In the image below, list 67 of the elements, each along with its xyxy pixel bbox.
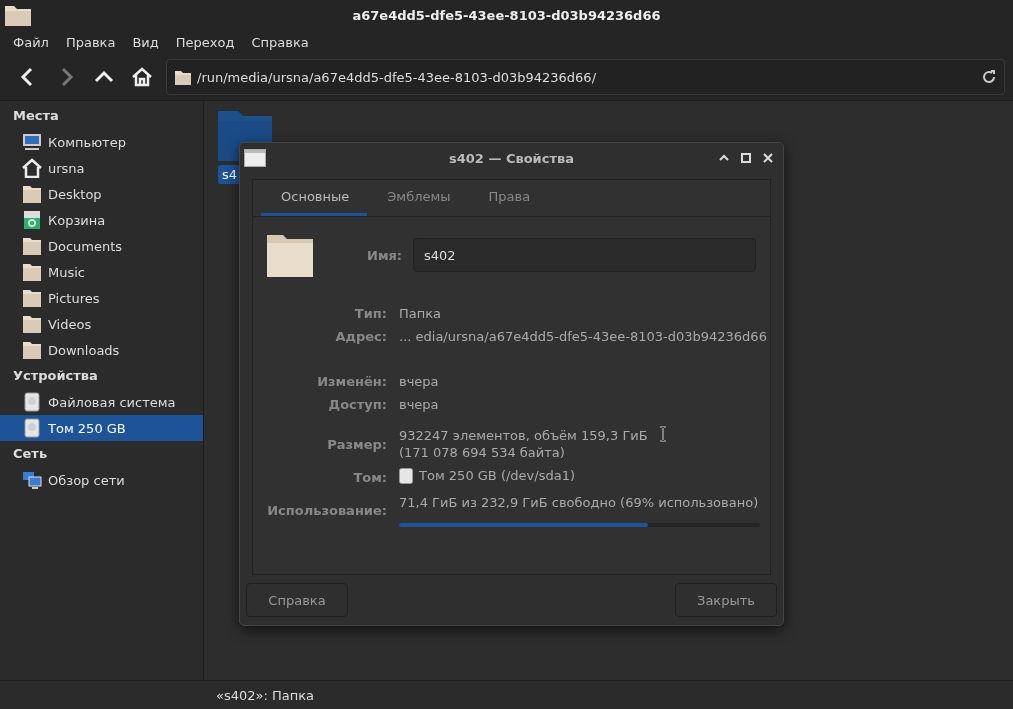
window-title: a67e4dd5-dfe5-43ee-8103-d03b94236d66 — [351, 7, 662, 23]
location-field[interactable]: /run/media/ursna/a67e4dd5-dfe5-43ee-8103-d03b94236d66/ — [166, 59, 1005, 95]
field-label: Имя: — [367, 247, 401, 263]
home-icon — [22, 158, 42, 178]
text-cursor-icon — [659, 426, 667, 442]
folder-icon — [22, 236, 42, 256]
dialog-title: s402 — Свойства — [448, 150, 575, 166]
maximize-button[interactable] — [739, 151, 753, 165]
menu-item[interactable]: Справка — [251, 34, 309, 50]
sidebar-item[interactable]: Desktop — [0, 181, 203, 207]
menu-item[interactable]: Файл — [13, 34, 49, 50]
trash-icon — [22, 210, 42, 230]
field-value: 932247 элементов, объём 159,3 ГиБ (171 078 694 534 байта) — [399, 428, 648, 460]
sidebar-item[interactable]: Файловая система — [0, 389, 203, 415]
tab[interactable]: Эмблемы — [367, 180, 469, 216]
sidebar-item[interactable]: Pictures — [0, 285, 203, 311]
reload-icon[interactable] — [982, 70, 996, 84]
field-label: Адрес: — [334, 329, 387, 344]
field-value: Том 250 GB (/dev/sda1) — [419, 467, 575, 484]
field-label: Размер: — [326, 436, 387, 452]
menu-item[interactable]: Переход — [175, 34, 235, 50]
tab[interactable]: Основные — [261, 180, 368, 216]
menu-item[interactable]: Правка — [65, 34, 116, 50]
sidebar-heading: Устройства — [12, 367, 99, 385]
name-field[interactable]: s402 — [413, 238, 756, 272]
sidebar-item[interactable]: Том 250 GB — [0, 415, 203, 441]
field-value: Папка — [399, 306, 442, 321]
tab[interactable]: Права — [468, 180, 549, 216]
field-label: Использование: — [266, 502, 387, 518]
folder-icon — [4, 3, 32, 27]
help-button[interactable]: Справка — [246, 583, 348, 617]
sidebar-item[interactable]: Компьютер — [0, 129, 203, 155]
sidebar-item[interactable]: Downloads — [0, 337, 203, 363]
drive-icon — [22, 392, 42, 412]
computer-icon — [22, 132, 42, 152]
sidebar-item[interactable]: Videos — [0, 311, 203, 337]
field-value: вчера — [399, 374, 439, 389]
sidebar-item[interactable]: Обзор сети — [0, 467, 203, 493]
folder-icon — [22, 314, 42, 334]
sidebar-item[interactable]: Documents — [0, 233, 203, 259]
sidebar-heading: Места — [12, 107, 60, 125]
network-icon — [22, 470, 42, 490]
close-dialog-button[interactable]: Закрыть — [675, 583, 777, 617]
field-label: Доступ: — [327, 397, 387, 412]
folder-icon — [22, 184, 42, 204]
sidebar-heading: Сеть — [12, 445, 49, 463]
field-value: ... edia/ursna/a67e4dd5-dfe5-43ee-8103-d03b94236d66 — [399, 329, 767, 344]
folder-icon — [22, 340, 42, 360]
field-value: вчера — [399, 397, 439, 412]
sidebar-item[interactable]: ursna — [0, 155, 203, 181]
field-label: Тип: — [353, 306, 387, 321]
folder-icon — [22, 288, 42, 308]
close-button[interactable] — [761, 151, 775, 165]
folder-icon — [22, 262, 42, 282]
field-label: Изменён: — [316, 374, 387, 389]
field-label: Том: — [352, 469, 387, 485]
menu-item[interactable]: Вид — [132, 34, 159, 50]
file-name[interactable]: s4 — [218, 165, 242, 184]
window-icon — [244, 149, 266, 167]
drive-icon — [22, 418, 42, 438]
drive-icon — [399, 467, 413, 484]
status-text: «s402»: Папка — [216, 687, 315, 703]
folder-icon — [267, 233, 313, 277]
sidebar-item[interactable]: Music — [0, 259, 203, 285]
sidebar-item[interactable]: Корзина — [0, 207, 203, 233]
folder-icon — [175, 69, 191, 85]
field-value: 71,4 ГиБ из 232,9 ГиБ свободно (69% использовано) — [399, 494, 759, 510]
